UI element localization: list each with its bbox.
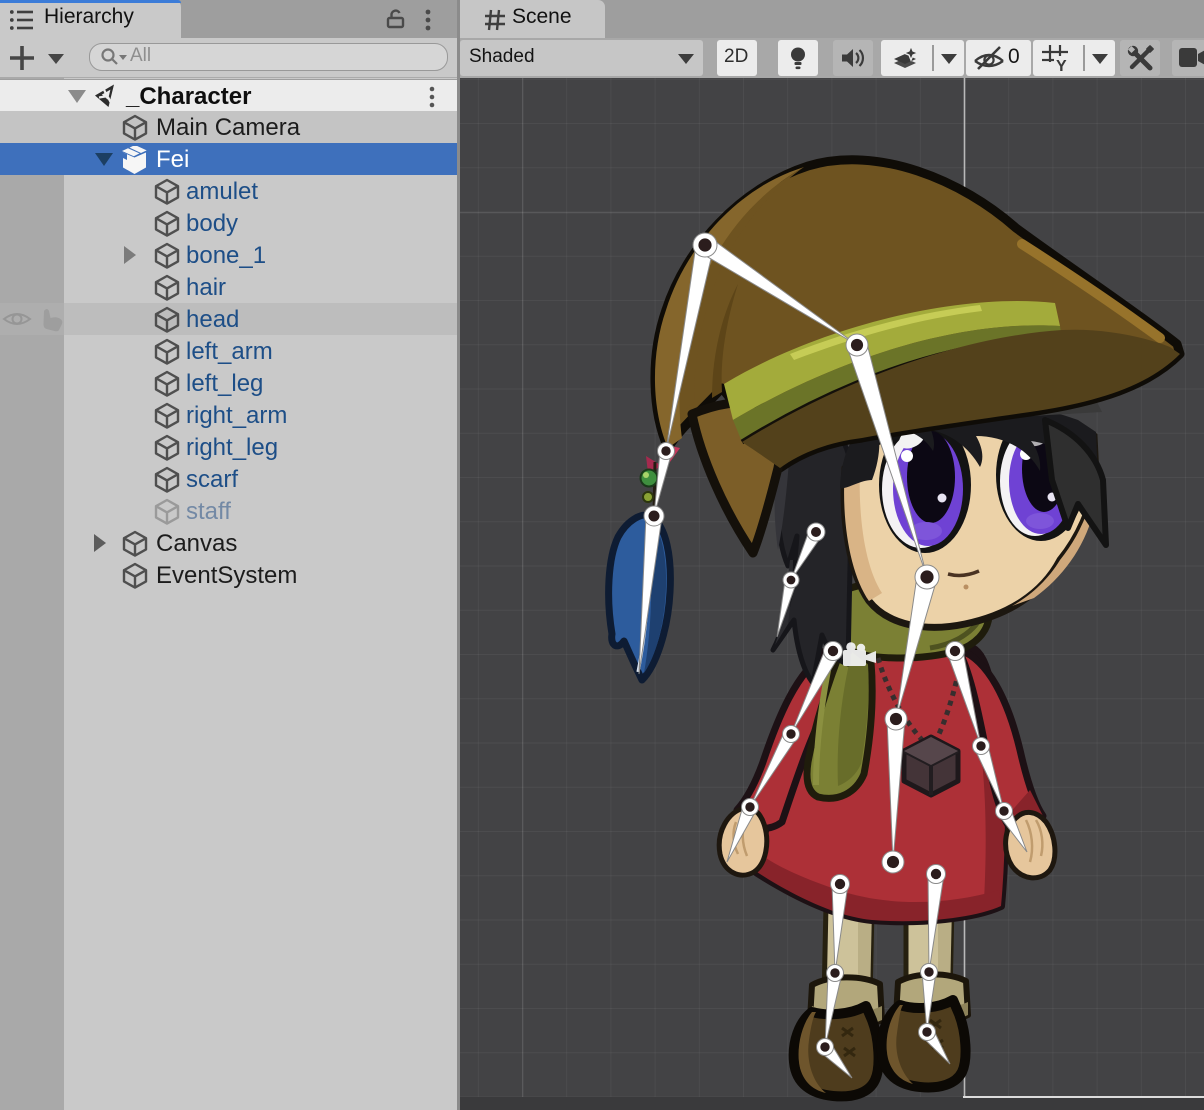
- svg-text:Y: Y: [1056, 58, 1067, 72]
